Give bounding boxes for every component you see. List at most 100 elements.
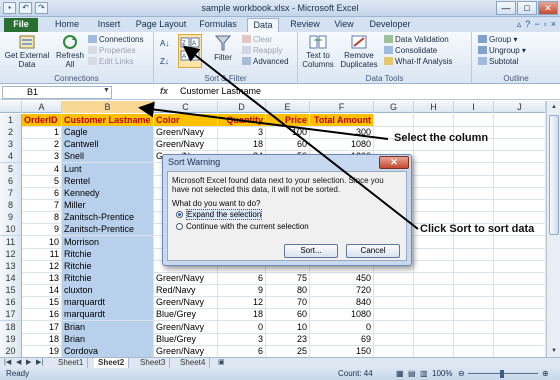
cell-g1[interactable]	[374, 114, 414, 127]
cell-h17[interactable]	[414, 308, 454, 322]
cell-h19[interactable]	[414, 332, 454, 346]
workbook-close-icon[interactable]: ×	[551, 19, 556, 30]
row-header[interactable]: 17	[0, 308, 22, 322]
cell-a18[interactable]: 17	[22, 320, 62, 334]
cell-i18[interactable]	[454, 320, 494, 334]
cell-i13[interactable]	[454, 259, 494, 273]
cell-a9[interactable]: 8	[22, 211, 62, 225]
cell-c16[interactable]: Green/Navy	[154, 296, 218, 310]
cell-c17[interactable]: Blue/Grey	[154, 308, 218, 322]
cell-f1[interactable]: Total Amount	[310, 114, 374, 127]
cell-b3[interactable]: Cantwell	[62, 138, 154, 152]
row-header[interactable]: 13	[0, 259, 22, 273]
expand-selection-radio[interactable]: Expand the selection	[176, 209, 263, 220]
insert-function-icon[interactable]: fx	[160, 86, 168, 96]
clear-button[interactable]: Clear	[242, 35, 272, 45]
cell-b16[interactable]: marquardt	[62, 296, 154, 310]
cell-i7[interactable]	[454, 186, 494, 200]
cell-j6[interactable]	[494, 174, 546, 188]
cell-i15[interactable]	[454, 284, 494, 298]
maximize-button[interactable]: □	[517, 1, 537, 15]
cell-h1[interactable]	[414, 114, 454, 127]
row-header[interactable]: 8	[0, 199, 22, 213]
tab-insert[interactable]: Insert	[92, 18, 126, 32]
consolidate-button[interactable]: Consolidate	[384, 46, 437, 56]
cell-e1[interactable]: Price	[266, 114, 310, 127]
row-header[interactable]: 18	[0, 320, 22, 334]
cell-a8[interactable]: 7	[22, 199, 62, 213]
tab-developer[interactable]: Developer	[366, 18, 414, 32]
column-header-j[interactable]: J	[494, 101, 546, 113]
cell-e14[interactable]: 75	[266, 271, 310, 285]
tab-data[interactable]: Data	[247, 18, 279, 32]
cell-a6[interactable]: 5	[22, 174, 62, 188]
cell-h20[interactable]	[414, 344, 454, 357]
name-box[interactable]: B1	[2, 86, 112, 99]
cell-d2[interactable]: 3	[218, 126, 266, 140]
cell-e3[interactable]: 60	[266, 138, 310, 152]
cell-b17[interactable]: marquardt	[62, 308, 154, 322]
row-header[interactable]: 2	[0, 126, 22, 140]
cell-f16[interactable]: 840	[310, 296, 374, 310]
cell-h11[interactable]	[414, 235, 454, 249]
column-header-b[interactable]: B	[62, 101, 154, 113]
cell-j11[interactable]	[494, 235, 546, 249]
cancel-button[interactable]: Cancel	[346, 244, 400, 258]
cell-j12[interactable]	[494, 247, 546, 261]
workbook-restore-icon[interactable]: ▫	[544, 19, 547, 30]
zoom-out-icon[interactable]: ⊖	[458, 368, 465, 380]
normal-view-icon[interactable]: ▦	[396, 368, 404, 380]
cell-d20[interactable]: 6	[218, 344, 266, 357]
cell-i14[interactable]	[454, 271, 494, 285]
cell-a3[interactable]: 2	[22, 138, 62, 152]
row-header[interactable]: 4	[0, 150, 22, 164]
cell-j15[interactable]	[494, 284, 546, 298]
remove-duplicates-button[interactable]: Remove Duplicates	[338, 34, 380, 69]
vertical-scrollbar[interactable]: ▲ ▼	[546, 101, 560, 357]
cell-a7[interactable]: 6	[22, 186, 62, 200]
column-header-e[interactable]: E	[266, 101, 310, 113]
connections-button[interactable]: Connections	[88, 35, 143, 45]
cell-b11[interactable]: Morrison	[62, 235, 154, 249]
row-header[interactable]: 10	[0, 223, 22, 237]
cell-c18[interactable]: Green/Navy	[154, 320, 218, 334]
cell-h8[interactable]	[414, 199, 454, 213]
continue-selection-radio[interactable]: Continue with the current selection	[176, 222, 309, 231]
cell-j7[interactable]	[494, 186, 546, 200]
data-validation-button[interactable]: Data Validation	[384, 35, 449, 45]
select-all-corner[interactable]	[0, 101, 22, 113]
row-header[interactable]: 5	[0, 162, 22, 176]
filter-button[interactable]: Filter	[208, 34, 238, 62]
cell-i16[interactable]	[454, 296, 494, 310]
cell-f14[interactable]: 450	[310, 271, 374, 285]
cell-g14[interactable]	[374, 271, 414, 285]
help-icon[interactable]: ?	[525, 19, 530, 30]
row-header[interactable]: 16	[0, 296, 22, 310]
cell-j14[interactable]	[494, 271, 546, 285]
cell-h5[interactable]	[414, 162, 454, 176]
cell-g20[interactable]	[374, 344, 414, 357]
what-if-analysis-button[interactable]: What-If Analysis	[384, 57, 452, 67]
row-header[interactable]: 1	[0, 114, 22, 127]
cell-c2[interactable]: Green/Navy	[154, 126, 218, 140]
cell-i11[interactable]	[454, 235, 494, 249]
cell-h14[interactable]	[414, 271, 454, 285]
group-button[interactable]: Group ▾	[478, 35, 517, 45]
page-layout-view-icon[interactable]: ▤	[408, 368, 416, 380]
cell-b6[interactable]: Rentel	[62, 174, 154, 188]
cell-d3[interactable]: 18	[218, 138, 266, 152]
cell-b18[interactable]: Brian	[62, 320, 154, 334]
cell-h18[interactable]	[414, 320, 454, 334]
cell-b15[interactable]: cluxton	[62, 284, 154, 298]
edit-links-button[interactable]: Edit Links	[88, 57, 134, 67]
cell-b13[interactable]: Ritchie	[62, 259, 154, 273]
cell-g17[interactable]	[374, 308, 414, 322]
cell-a2[interactable]: 1	[22, 126, 62, 140]
get-external-data-button[interactable]: Get External Data	[2, 34, 52, 69]
cell-g15[interactable]	[374, 284, 414, 298]
prev-sheet-icon[interactable]: ◀	[16, 358, 21, 366]
cell-b12[interactable]: Ritchie	[62, 247, 154, 261]
sort-z-to-a-button[interactable]: Z↓	[160, 54, 176, 70]
cell-h4[interactable]	[414, 150, 454, 164]
cell-a11[interactable]: 10	[22, 235, 62, 249]
